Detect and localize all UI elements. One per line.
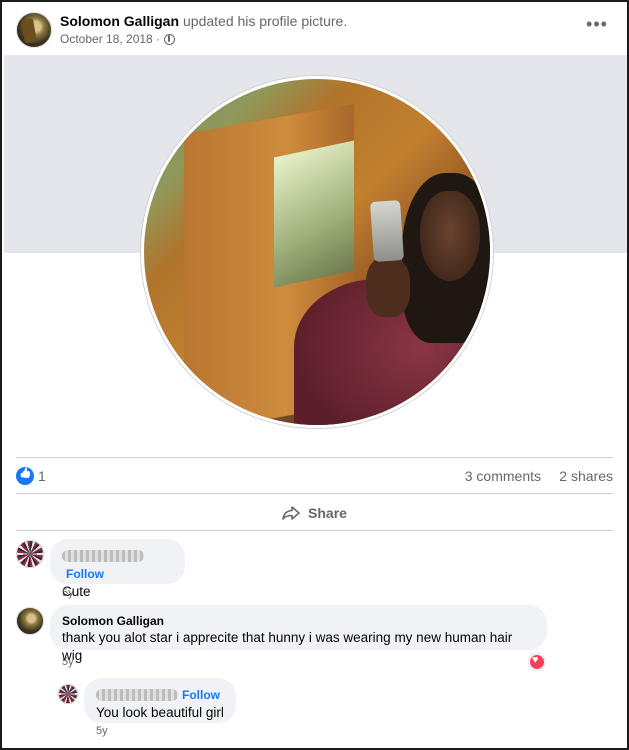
divider [16, 493, 613, 494]
comment-text: You look beautiful girl [96, 705, 224, 720]
share-label: Share [308, 505, 347, 521]
comment-bubble: Follow Cute [50, 539, 185, 599]
comments-count[interactable]: 3 comments [465, 468, 541, 484]
profile-picture[interactable] [141, 76, 493, 428]
reaction-count[interactable]: 1 [38, 468, 46, 484]
shares-count[interactable]: 2 shares [559, 468, 613, 484]
divider [16, 457, 613, 458]
post-header-text: Solomon Galligan updated his profile pict… [60, 12, 347, 48]
post-header: Solomon Galligan updated his profile pict… [14, 10, 615, 50]
share-button[interactable]: Share [16, 496, 613, 530]
commenter-name-redacted[interactable] [62, 549, 144, 562]
post-stats: 1 3 comments 2 shares [16, 465, 613, 487]
comment-time[interactable]: 5y [62, 656, 74, 668]
love-icon[interactable] [529, 654, 545, 670]
globe-icon [164, 33, 176, 45]
post-action: updated his profile picture. [183, 13, 348, 29]
photo-hand [366, 257, 410, 317]
comment-text: Cute [62, 584, 91, 599]
follow-button[interactable]: Follow [66, 567, 104, 581]
comment-bubble: Solomon Galligan thank you alot star i a… [50, 605, 547, 663]
photo-phone [369, 200, 405, 262]
photo-face [420, 191, 480, 281]
like-icon[interactable] [16, 467, 34, 485]
commenter-name-redacted[interactable] [96, 688, 178, 701]
photo-mirror [274, 140, 354, 288]
author-name[interactable]: Solomon Galligan [60, 13, 179, 29]
commenter-avatar[interactable] [16, 607, 44, 635]
more-options-button[interactable]: ••• [585, 14, 609, 38]
author-avatar[interactable] [16, 12, 52, 48]
more-horizontal-icon: ••• [586, 14, 608, 34]
divider [16, 530, 613, 531]
commenter-avatar[interactable] [16, 540, 44, 568]
comment-time[interactable]: 5y [62, 587, 74, 599]
post-date[interactable]: October 18, 2018 · [60, 30, 160, 48]
comment-text: thank you alot star i apprecite that hun… [62, 630, 513, 663]
post-card: Solomon Galligan updated his profile pict… [0, 0, 629, 750]
commenter-avatar[interactable] [58, 684, 78, 704]
commenter-name[interactable]: Solomon Galligan [62, 613, 535, 629]
comment-bubble: Follow You look beautiful girl [84, 678, 236, 723]
share-arrow-icon [282, 506, 300, 520]
comment-time[interactable]: 5y [96, 725, 108, 737]
follow-button[interactable]: Follow [182, 688, 220, 702]
